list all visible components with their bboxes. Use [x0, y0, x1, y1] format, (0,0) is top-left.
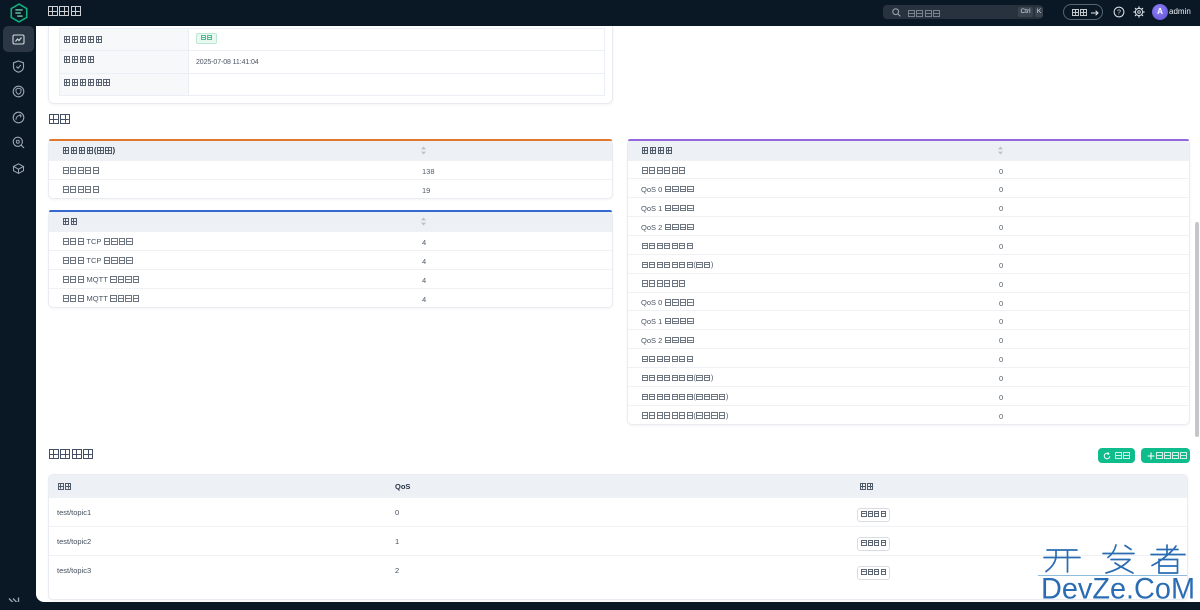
svg-text:DevZe.CoM: DevZe.CoM: [1041, 573, 1195, 603]
svg-text:?: ?: [1117, 10, 1121, 17]
